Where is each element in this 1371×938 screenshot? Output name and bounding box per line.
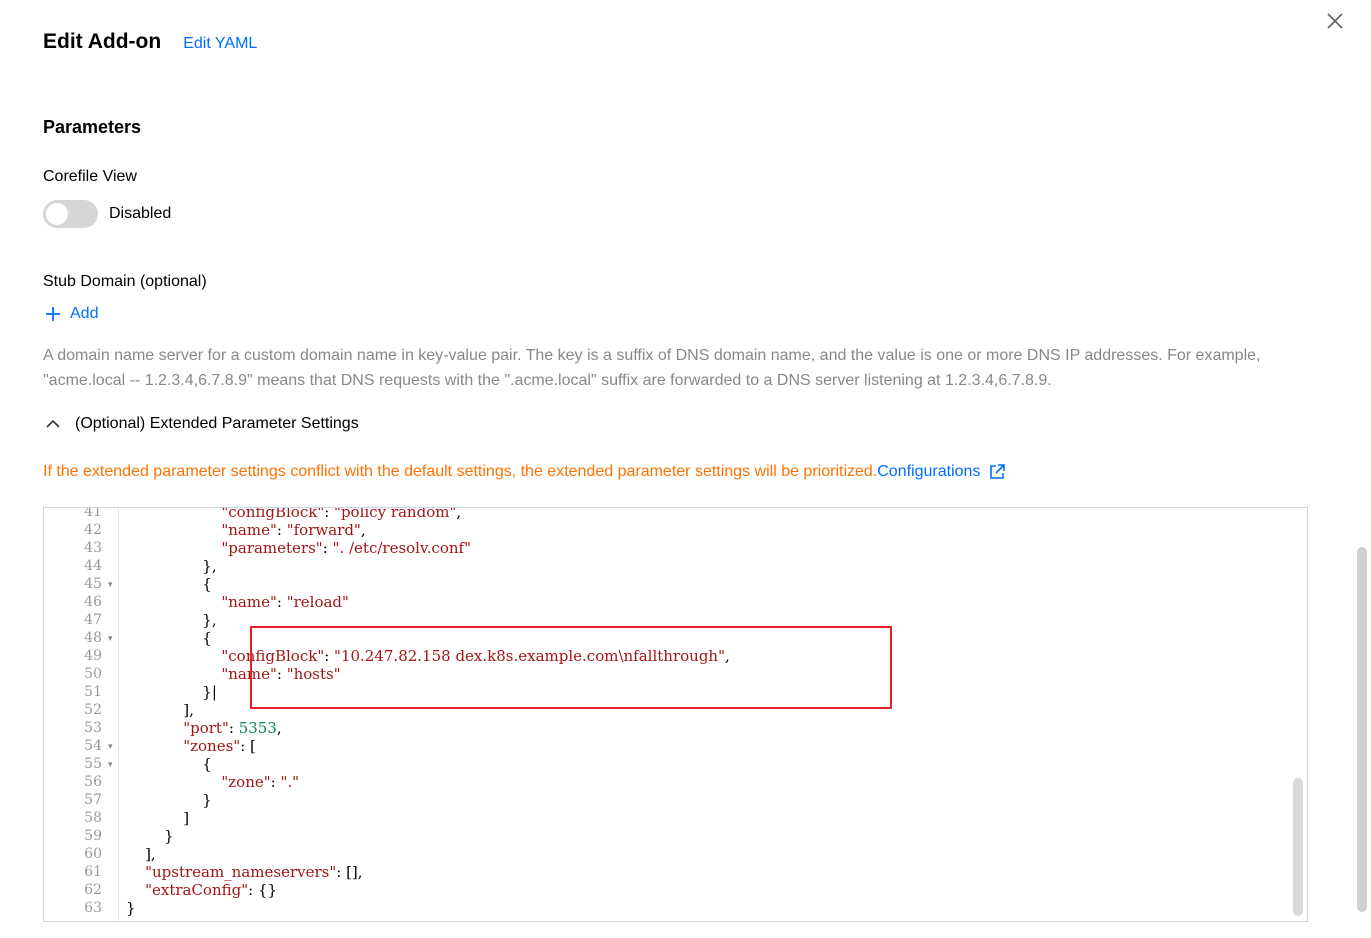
external-link-icon[interactable] xyxy=(988,463,1006,481)
close-button[interactable] xyxy=(1325,11,1345,31)
line-number: 49 xyxy=(84,648,102,664)
extended-settings-label: (Optional) Extended Parameter Settings xyxy=(75,415,359,432)
corefile-view-row: Disabled xyxy=(43,200,171,228)
line-number: 57 xyxy=(84,792,102,808)
code-line: "name": "reload" xyxy=(221,593,349,611)
close-icon xyxy=(1327,13,1343,29)
code-line: "configBlock": "10.247.82.158 dex.k8s.ex… xyxy=(221,647,730,665)
code-editor[interactable]: 41 42 43 44 45 ▾ 46 47 48 ▾ 49 50 51 52 53 54 ▾ 55 ▾ 56 57 58… xyxy=(43,507,1308,922)
help-line-2: "acme.local -- 1.2.3.4,6.7.8.9" means th… xyxy=(43,372,1052,389)
code-line: "configBlock": "policy random", xyxy=(221,507,462,521)
line-number: 52 xyxy=(84,702,102,718)
line-number: 61 xyxy=(84,864,102,880)
corefile-view-state: Disabled xyxy=(109,205,172,222)
warning-text: If the extended parameter settings confl… xyxy=(43,463,878,480)
line-number: 45 xyxy=(84,576,102,592)
code-line: { xyxy=(126,755,212,773)
parameters-heading: Parameters xyxy=(43,117,142,137)
code-line: "extraConfig": {} xyxy=(145,881,278,899)
code-line: }, xyxy=(126,611,217,629)
line-number: 42 xyxy=(84,522,102,538)
line-number: 63 xyxy=(84,900,102,916)
line-number: 56 xyxy=(84,774,102,790)
corefile-view-label: Corefile View xyxy=(43,168,137,185)
line-number: 60 xyxy=(84,846,102,862)
configurations-link[interactable]: Configurations xyxy=(877,463,980,481)
code-line: "port": 5353, xyxy=(183,719,282,737)
code-line: }, xyxy=(126,557,217,575)
editor-code-area[interactable]: "configBlock": "policy random", "name": … xyxy=(120,508,1291,921)
stub-domain-help: A domain name server for a custom domain… xyxy=(43,343,1313,393)
code-line: "zones": [ xyxy=(183,737,256,755)
line-number: 46 xyxy=(84,594,102,610)
editor-scrollbar[interactable] xyxy=(1291,508,1307,921)
corefile-view-toggle[interactable] xyxy=(43,200,98,228)
line-number: 43 xyxy=(84,540,102,556)
add-label: Add xyxy=(70,305,99,322)
fold-arrow-icon[interactable]: ▾ xyxy=(108,629,118,647)
line-number: 41 xyxy=(84,507,102,520)
page-scrollbar-thumb[interactable] xyxy=(1357,547,1367,912)
code-line: }| xyxy=(126,683,217,701)
stub-domain-label: Stub Domain (optional) xyxy=(43,273,207,290)
extended-warning: If the extended parameter settings confl… xyxy=(43,463,1006,481)
line-number: 44 xyxy=(84,558,102,574)
code-line: "parameters": ". /etc/resolv.conf" xyxy=(221,539,471,557)
line-number: 62 xyxy=(84,882,102,898)
toggle-knob xyxy=(46,203,68,225)
dialog-title: Edit Add-on xyxy=(43,30,162,53)
add-stub-domain-button[interactable]: Add xyxy=(44,305,98,323)
line-number: 59 xyxy=(84,828,102,844)
line-number: 54 xyxy=(84,738,102,754)
code-line: ], xyxy=(126,845,156,863)
line-number: 48 xyxy=(84,630,102,646)
line-number: 51 xyxy=(84,684,102,700)
code-line: ], xyxy=(126,701,194,719)
editor-scrollbar-thumb[interactable] xyxy=(1293,778,1303,916)
code-line: { xyxy=(126,575,212,593)
fold-arrow-icon[interactable]: ▾ xyxy=(108,737,118,755)
line-number: 53 xyxy=(84,720,102,736)
code-line: "name": "hosts" xyxy=(221,665,341,683)
fold-arrow-icon[interactable]: ▾ xyxy=(108,575,118,593)
extended-settings-toggle[interactable]: (Optional) Extended Parameter Settings xyxy=(45,415,359,433)
code-line: ] xyxy=(126,809,190,827)
edit-yaml-link[interactable]: Edit YAML xyxy=(183,35,257,53)
dialog-header: Edit Add-on Edit YAML xyxy=(43,30,257,54)
plus-icon xyxy=(46,307,60,321)
editor-gutter: 41 42 43 44 45 ▾ 46 47 48 ▾ 49 50 51 52 53 54 ▾ 55 ▾ 56 57 58… xyxy=(44,508,119,921)
code-line: "zone": "." xyxy=(221,773,300,791)
fold-arrow-icon[interactable]: ▾ xyxy=(108,755,118,773)
help-line-1: A domain name server for a custom domain… xyxy=(43,347,1261,364)
code-line: } xyxy=(126,899,136,917)
code-line: "name": "forward", xyxy=(221,521,366,539)
line-number: 55 xyxy=(84,756,102,772)
code-line: } xyxy=(126,827,174,845)
code-line: "upstream_nameservers": [], xyxy=(145,863,363,881)
line-number: 50 xyxy=(84,666,102,682)
chevron-up-icon xyxy=(46,419,60,428)
line-number: 47 xyxy=(84,612,102,628)
code-line: } xyxy=(126,791,212,809)
line-number: 58 xyxy=(84,810,102,826)
code-line: { xyxy=(126,629,212,647)
